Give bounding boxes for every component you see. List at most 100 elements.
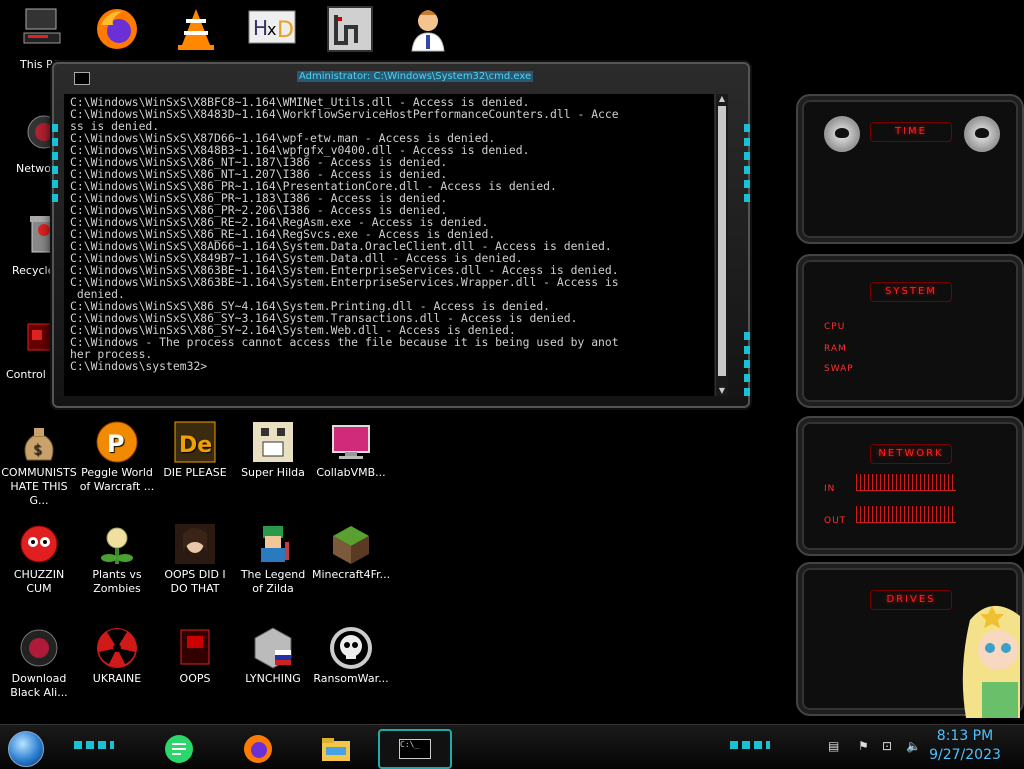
desktop-icon-label: OOPS DID I DO THAT [164,568,226,595]
alien-head-icon [824,116,860,152]
money-bag-icon: $ [17,420,61,464]
cmd-icon: C:\_ [399,739,431,759]
gpu-tray-icon[interactable]: ▤ [828,739,842,753]
skull-icon [329,626,373,670]
taskbar-messenger-icon[interactable] [163,733,195,763]
firefox-icon[interactable] [93,5,143,55]
alien-head-icon [964,116,1000,152]
clock[interactable]: 8:13 PM 9/27/2023 [920,727,1010,765]
desktop-icon-label: Recycle [12,264,55,277]
system-widget: SYSTEM CPU RAM SWAP [796,254,1024,408]
desktop-icon[interactable]: RansomWar... [312,626,390,686]
minecraft-icon [329,522,373,566]
taskbar-firefox-icon[interactable] [242,733,274,763]
hxd-icon[interactable]: HxD [247,5,297,55]
cmd-window-title: Administrator: C:\Windows\System32\cmd.e… [297,71,534,82]
desktop-icon[interactable]: CHUZZIN CUM [0,522,78,596]
taskbar-file-explorer-icon[interactable] [320,733,352,763]
desktop-icon-label: LYNCHING [245,672,301,685]
game-icon[interactable] [326,5,376,55]
desktop-icon-label: COMMUNISTS HATE THIS G... [1,466,77,507]
desktop-icon[interactable]: LYNCHING [234,626,312,686]
network-widget-title: NETWORK [870,444,952,464]
desktop-icon-label: OOPS [179,672,211,685]
peggle-icon: P [95,420,139,464]
cartoon-character-image [962,600,1022,718]
scroll-up-arrow-icon[interactable]: ▲ [716,94,728,104]
svg-text:P: P [107,430,125,458]
network-out-label: OUT [824,516,847,526]
cyan-accent-right-lower [744,332,750,402]
network-tray-icon[interactable]: ⊡ [882,739,896,753]
swap-label: SWAP [824,364,854,374]
time-widget: TIME [796,94,1024,244]
cmd-prompt[interactable]: C:\Windows\system32> [70,360,708,372]
time-widget-title: TIME [870,122,952,142]
desktop-icon[interactable]: Super Hilda [234,420,312,480]
desktop-icon[interactable]: CollabVMB... [312,420,390,480]
desktop-icon[interactable]: Download Black Ali... [0,626,78,700]
flag-icon[interactable]: ⚑ [858,739,872,753]
ram-label: RAM [824,344,847,354]
clock-date: 9/27/2023 [929,747,1001,763]
svg-text:$: $ [33,442,42,458]
volume-icon[interactable]: 🔈 [906,739,921,753]
cmd-output[interactable]: C:\Windows\WinSxS\X8BFC8~1.164\WMINet_Ut… [64,94,714,396]
desktop-icon-label: Plants vs Zombies [92,568,142,595]
scroll-down-arrow-icon[interactable]: ▼ [716,386,728,396]
svg-text:x: x [267,20,276,39]
svg-text:D: D [277,18,294,43]
taskbar: C:\_ ▤ ⚑ ⊡ 🔈 8:13 PM 9/27/2023 [0,724,1024,769]
vlc-icon[interactable] [172,5,222,55]
desktop-icon[interactable]: $ COMMUNISTS HATE THIS G... [0,420,78,508]
drives-widget-title: DRIVES [870,590,952,610]
cpu-label: CPU [824,322,846,332]
desktop-icon-label: Minecraft4Fr... [312,568,391,581]
desktop-icon-label: UKRAINE [92,672,142,685]
desktop-icon[interactable]: The Legend of Zilda [234,522,312,596]
radiation-icon [95,626,139,670]
desktop-icon-label: The Legend of Zilda [240,568,306,595]
start-button[interactable] [8,731,44,767]
die-please-icon: De [173,420,217,464]
desktop-icon[interactable]: P Peggle World of Warcraft ... [78,420,156,494]
cyan-accent-left [52,124,58,204]
scrollbar-thumb[interactable] [718,106,726,376]
desktop-icon-label: Netwo [16,162,52,175]
svg-text:De: De [179,433,212,458]
cyan-accent [74,741,114,749]
network-widget: NETWORK IN OUT [796,416,1024,556]
cmd-line: C:\Windows - The process cannot access t… [70,335,619,349]
desktop-icon-label: CHUZZIN CUM [13,568,65,595]
emblem-icon [251,626,295,670]
desktop-icon[interactable]: OOPS [156,626,234,686]
cmd-line: C:\Windows\WinSxS\X8483D~1.164\WorkflowS… [70,107,619,121]
cmd-window[interactable]: Administrator: C:\Windows\System32\cmd.e… [52,62,750,408]
desktop-icon-label: Peggle World of Warcraft ... [79,466,155,493]
cyan-accent [730,741,770,749]
cmd-titlebar[interactable]: Administrator: C:\Windows\System32\cmd.e… [64,70,738,86]
desktop-icon[interactable]: OOPS DID I DO THAT [156,522,234,596]
desktop-icon[interactable]: Minecraft4Fr... [312,522,390,582]
plants-vs-zombies-icon [95,522,139,566]
svg-text:H: H [253,16,268,40]
cmd-scrollbar[interactable]: ▲ ▼ [715,94,728,396]
chuzzle-icon [17,522,61,566]
this-pc-icon[interactable] [20,5,70,55]
desktop-icon[interactable]: Plants vs Zombies [78,522,156,596]
doctor-icon[interactable] [404,5,454,55]
portrait-icon [173,522,217,566]
collabvm-icon [329,420,373,464]
desktop-icon-label: Super Hilda [241,466,305,479]
zelda-icon [251,522,295,566]
cmd-window-icon [74,72,90,85]
desktop-icon[interactable]: UKRAINE [78,626,156,686]
desktop-icon[interactable]: De DIE PLEASE [156,420,234,480]
desktop-icon-label: CollabVMB... [316,466,386,479]
desktop-icon-label: Control [6,368,46,381]
network-out-graph [856,506,956,523]
network-in-label: IN [824,484,836,494]
oops-app-icon [173,626,217,670]
desktop-icon-label: DIE PLEASE [163,466,227,479]
taskbar-cmd-button[interactable]: C:\_ [378,729,452,769]
